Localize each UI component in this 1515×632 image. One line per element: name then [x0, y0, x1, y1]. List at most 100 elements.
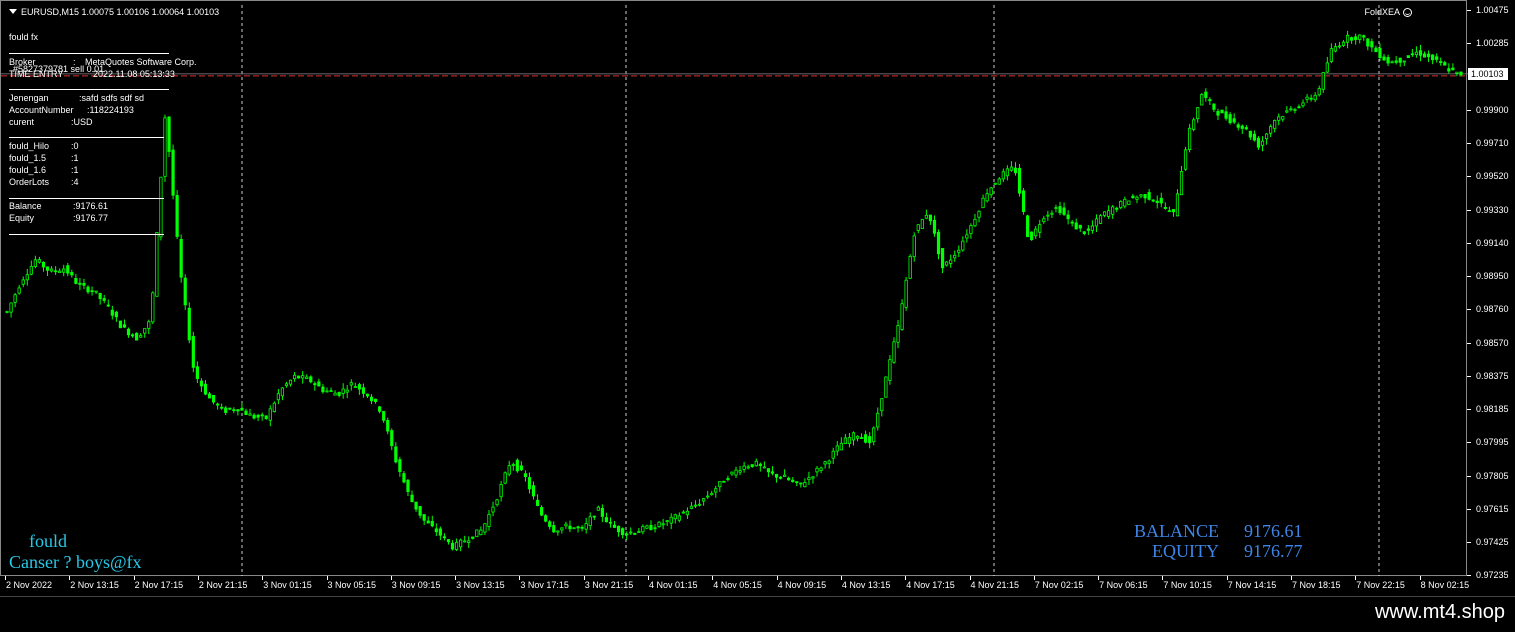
candle	[240, 402, 244, 411]
candle	[1305, 94, 1309, 103]
candle	[1256, 136, 1261, 150]
candle	[1163, 202, 1167, 210]
symbol-text: EURUSD,M15 1.00075 1.00106 1.00064 1.001…	[21, 7, 220, 17]
candle	[260, 412, 264, 421]
smiley-icon[interactable]	[1403, 8, 1412, 17]
candle	[321, 384, 325, 394]
candle	[1293, 107, 1297, 114]
candle	[916, 224, 920, 234]
candle	[702, 498, 706, 506]
time-label: 3 Nov 21:15	[584, 580, 634, 590]
price-scale[interactable]: 1.00103 1.00475 1.00285 0.99900 0.99710 0.99…	[1467, 0, 1515, 580]
candle	[454, 538, 459, 552]
candle	[224, 405, 228, 416]
currency-label: curent	[9, 117, 35, 127]
candle	[568, 520, 572, 533]
candle	[216, 402, 220, 410]
candle	[1204, 88, 1208, 102]
candle	[45, 266, 50, 276]
candle	[450, 540, 455, 551]
candle	[661, 518, 665, 530]
candle	[953, 250, 957, 262]
candle	[1046, 210, 1050, 221]
candle	[527, 472, 532, 494]
time-scale[interactable]: 2 Nov 2022 2 Nov 13:15 2 Nov 17:15 2 Nov 21…	[0, 576, 1469, 596]
candle	[25, 268, 29, 286]
candle	[831, 447, 835, 464]
candle	[1398, 57, 1402, 67]
candle	[353, 382, 357, 388]
candle	[49, 266, 54, 273]
candle	[9, 302, 13, 318]
balance-label: Balance	[9, 201, 42, 211]
time-label: 3 Nov 09:15	[391, 580, 441, 590]
candle	[872, 426, 876, 446]
candle	[904, 276, 908, 311]
candle	[446, 539, 451, 545]
candle	[1179, 165, 1184, 196]
candle	[892, 337, 896, 364]
candle	[973, 213, 977, 228]
summary-equity-value: 9176.77	[1244, 541, 1303, 561]
candle	[612, 520, 617, 529]
candle	[1333, 42, 1338, 53]
candle	[507, 460, 511, 477]
candle	[576, 525, 580, 533]
price-label: 0.99710	[1476, 138, 1509, 148]
candle	[1313, 92, 1317, 103]
candle	[787, 476, 791, 481]
price-label: 0.98950	[1476, 271, 1509, 281]
candle	[1102, 211, 1107, 218]
candle	[361, 383, 366, 398]
candle	[418, 506, 422, 519]
chart-window[interactable]: EURUSD,M15 1.00075 1.00106 1.00064 1.001…	[0, 0, 1468, 577]
time-label: 7 Nov 10:15	[1163, 580, 1212, 590]
candle	[1297, 104, 1301, 109]
candle	[710, 490, 714, 496]
candle	[928, 214, 933, 225]
candle	[669, 513, 673, 530]
candle	[118, 320, 123, 329]
account-name-value: :safd sdfs sdf sd	[79, 93, 145, 103]
candle	[422, 514, 426, 526]
candle	[155, 232, 159, 297]
candle	[309, 375, 313, 384]
candle	[1042, 215, 1046, 224]
candle	[5, 310, 9, 314]
balance-value: :9176.61	[73, 201, 109, 211]
candle	[673, 513, 677, 524]
candle	[1147, 189, 1151, 201]
candle	[90, 286, 94, 296]
candle	[880, 398, 884, 417]
collapse-triangle-icon[interactable]	[9, 9, 17, 14]
candle	[94, 290, 98, 295]
candle	[884, 376, 888, 398]
price-chart[interactable]	[1, 1, 1468, 577]
candle	[750, 464, 754, 468]
summary-equity-label: EQUITY	[1152, 541, 1219, 561]
time-entry-label: TIME ENTRY	[9, 69, 64, 79]
candle	[463, 535, 467, 543]
candle	[961, 236, 965, 252]
candle	[167, 116, 171, 158]
candle	[1443, 60, 1447, 66]
candle	[1183, 146, 1188, 171]
candle	[110, 305, 114, 320]
candle	[1090, 220, 1095, 234]
candle	[130, 333, 135, 338]
candle	[588, 512, 592, 530]
candle	[288, 379, 293, 387]
price-label: 0.99330	[1476, 204, 1509, 215]
candle	[398, 456, 402, 477]
candle	[483, 523, 487, 536]
watermark: www.mt4.shop	[1374, 601, 1505, 623]
param-15-label: fould_1.5	[9, 153, 47, 163]
candle	[681, 510, 685, 514]
candle	[859, 433, 864, 439]
price-tick	[1467, 475, 1471, 477]
candle	[1192, 117, 1196, 132]
time-label: 7 Nov 18:15	[1292, 580, 1341, 590]
candle	[199, 378, 204, 392]
panel-title: fould fx	[9, 32, 39, 42]
candle	[997, 177, 1001, 185]
